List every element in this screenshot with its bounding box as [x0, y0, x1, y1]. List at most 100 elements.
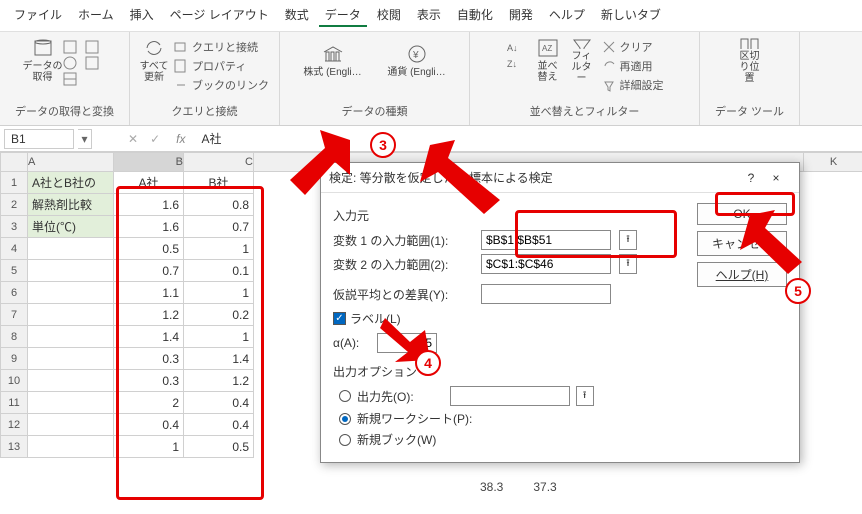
recent-icon[interactable] — [85, 40, 101, 54]
var1-input[interactable] — [481, 230, 611, 250]
formula-value[interactable]: A社 — [195, 130, 227, 147]
output-range-input[interactable] — [450, 386, 570, 406]
row-header[interactable]: 2 — [0, 194, 28, 216]
get-data-button[interactable]: データの 取得 — [29, 36, 57, 84]
cell[interactable]: 1 — [184, 282, 254, 304]
cell[interactable]: 0.3 — [114, 348, 184, 370]
menu-dev[interactable]: 開発 — [503, 4, 539, 27]
cell[interactable]: 1.1 — [114, 282, 184, 304]
name-box-dropdown[interactable]: ▾ — [78, 129, 92, 149]
menu-help[interactable]: ヘルプ — [543, 4, 591, 27]
menu-view[interactable]: 表示 — [411, 4, 447, 27]
row-header[interactable]: 3 — [0, 216, 28, 238]
cell[interactable] — [28, 260, 114, 282]
col-header-b[interactable]: B — [114, 152, 184, 172]
existing-icon[interactable] — [85, 56, 101, 70]
ok-button[interactable]: OK — [697, 203, 787, 225]
cell[interactable]: 0.4 — [184, 414, 254, 436]
cell[interactable]: 1.6 — [114, 216, 184, 238]
cell[interactable]: 1 — [184, 326, 254, 348]
menu-formulas[interactable]: 数式 — [279, 4, 315, 27]
filter-button[interactable]: フィルター — [568, 36, 596, 84]
cell[interactable]: 2 — [114, 392, 184, 414]
properties-button[interactable]: プロパティ — [174, 57, 269, 75]
row-header[interactable]: 7 — [0, 304, 28, 326]
sort-desc-icon[interactable]: Z↓ — [506, 56, 524, 70]
col-header-k[interactable]: K — [804, 152, 862, 172]
output-range-radio[interactable] — [339, 390, 351, 402]
advanced-button[interactable]: 詳細設定 — [602, 76, 664, 94]
fx-icon[interactable]: fx — [166, 132, 195, 146]
dialog-help-icon[interactable]: ? — [741, 171, 761, 185]
cell[interactable]: 0.4 — [114, 414, 184, 436]
var2-input[interactable] — [481, 254, 611, 274]
cell[interactable]: 1 — [114, 436, 184, 458]
sort-asc-icon[interactable]: A↓ — [506, 40, 524, 54]
menu-review[interactable]: 校閲 — [371, 4, 407, 27]
range-picker-icon[interactable]: ⭱ — [619, 230, 637, 250]
row-header[interactable]: 5 — [0, 260, 28, 282]
row-header[interactable]: 6 — [0, 282, 28, 304]
cell[interactable]: 1.4 — [114, 326, 184, 348]
queries-button[interactable]: クエリと接続 — [174, 38, 269, 56]
cell[interactable]: 1.2 — [114, 304, 184, 326]
cell[interactable]: 0.8 — [184, 194, 254, 216]
currency-button[interactable]: ¥ 通貨 (Engli… — [382, 36, 452, 84]
from-text-icon[interactable] — [63, 40, 79, 54]
menu-home[interactable]: ホーム — [72, 4, 120, 27]
cell[interactable]: A社とB社の — [28, 172, 114, 194]
cell[interactable] — [28, 392, 114, 414]
row-header[interactable]: 11 — [0, 392, 28, 414]
menu-file[interactable]: ファイル — [8, 4, 68, 27]
cell[interactable] — [28, 414, 114, 436]
menu-newtab[interactable]: 新しいタブ — [595, 4, 667, 27]
cell[interactable]: 1.6 — [114, 194, 184, 216]
cell[interactable]: 0.7 — [184, 216, 254, 238]
cell[interactable]: 1 — [184, 238, 254, 260]
range-picker-icon[interactable]: ⭱ — [576, 386, 594, 406]
cell[interactable] — [28, 238, 114, 260]
cell[interactable] — [28, 326, 114, 348]
row-header[interactable]: 13 — [0, 436, 28, 458]
name-box[interactable]: B1 — [4, 129, 74, 149]
labels-checkbox[interactable]: ✓ — [333, 312, 346, 325]
row-header[interactable]: 8 — [0, 326, 28, 348]
menu-data[interactable]: データ — [319, 4, 367, 27]
cell[interactable]: 0.1 — [184, 260, 254, 282]
cancel-icon[interactable]: ✕ — [122, 132, 144, 146]
menu-insert[interactable]: 挿入 — [124, 4, 160, 27]
clear-filter-button[interactable]: クリア — [602, 38, 664, 56]
col-header-a[interactable]: A — [28, 152, 114, 172]
menu-auto[interactable]: 自動化 — [451, 4, 499, 27]
cell[interactable] — [28, 348, 114, 370]
hypothesis-input[interactable] — [481, 284, 611, 304]
col-header-c[interactable]: C — [184, 152, 254, 172]
cell[interactable]: A社 — [114, 172, 184, 194]
cell[interactable]: 0.5 — [184, 436, 254, 458]
cell[interactable]: 0.5 — [114, 238, 184, 260]
cell[interactable]: 単位(℃) — [28, 216, 114, 238]
stocks-button[interactable]: 株式 (Engli… — [298, 36, 368, 84]
reapply-button[interactable]: 再適用 — [602, 57, 664, 75]
row-header[interactable]: 9 — [0, 348, 28, 370]
dialog-close-icon[interactable]: × — [761, 171, 791, 185]
cell[interactable]: B社 — [184, 172, 254, 194]
cell[interactable]: 0.2 — [184, 304, 254, 326]
new-worksheet-radio[interactable] — [339, 413, 351, 425]
cell[interactable]: 0.3 — [114, 370, 184, 392]
range-picker-icon[interactable]: ⭱ — [619, 254, 637, 274]
refresh-all-button[interactable]: すべて 更新 — [140, 36, 168, 84]
workbook-links-button[interactable]: ブックのリンク — [174, 76, 269, 94]
cell[interactable] — [28, 436, 114, 458]
row-header[interactable]: 1 — [0, 172, 28, 194]
row-header[interactable]: 10 — [0, 370, 28, 392]
cell[interactable]: 0.4 — [184, 392, 254, 414]
cancel-button[interactable]: キャンセル — [697, 231, 787, 256]
cell[interactable]: 解熱剤比較 — [28, 194, 114, 216]
cell[interactable]: 1.2 — [184, 370, 254, 392]
sort-button[interactable]: AZ 並べ替え — [534, 36, 562, 84]
cell[interactable] — [28, 304, 114, 326]
text-to-columns-button[interactable]: 区切り位置 — [736, 36, 764, 84]
cell[interactable] — [28, 282, 114, 304]
select-all-corner[interactable] — [0, 152, 28, 172]
